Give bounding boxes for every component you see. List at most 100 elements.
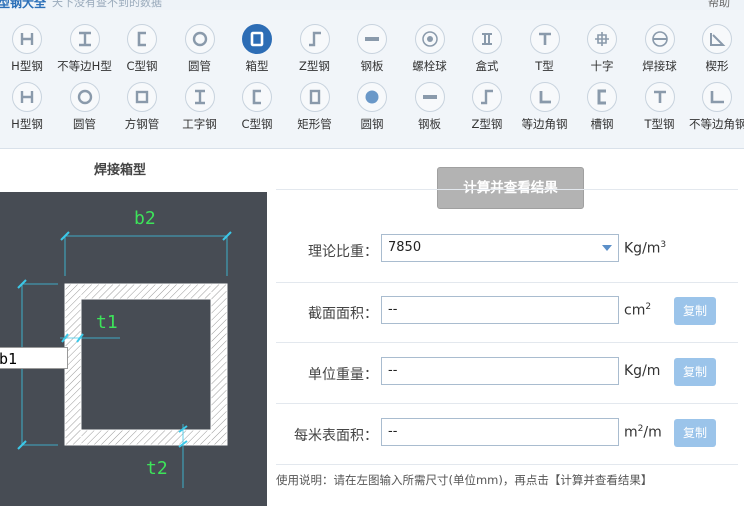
section-button-label: 盒式 [475, 59, 499, 73]
c-channel-icon [127, 24, 157, 54]
section-button-label: 圆钢 [360, 117, 384, 131]
section-button-channel[interactable]: 槽钢 [574, 82, 630, 132]
right-web [210, 283, 228, 446]
section-button-label: 箱型 [245, 59, 269, 73]
section-button-label: Z型钢 [299, 59, 330, 73]
section-button-welded-ball[interactable]: 焊接球 [632, 24, 688, 74]
surface-field[interactable]: -- [381, 418, 619, 446]
weight-field[interactable]: -- [381, 357, 619, 385]
section-button-label: 槽钢 [590, 117, 614, 131]
section-button-label: C型钢 [241, 117, 273, 131]
section-button-i-beam[interactable]: 工字钢 [172, 82, 228, 132]
t-beam-icon [644, 82, 675, 112]
section-button-c-channel[interactable]: C型钢 [229, 82, 285, 132]
copy-area-button[interactable]: 复制 [674, 297, 716, 325]
section-button-label: H型钢 [11, 59, 43, 73]
density-value: 7850 [388, 240, 422, 255]
section-drawing: b2 t1 t2 b1 [0, 192, 267, 506]
h-beam-icon [12, 24, 42, 54]
area-label: 截面面积： [308, 306, 378, 322]
round-bar-icon [357, 82, 387, 112]
section-button-bolt-ball[interactable]: 螺栓球 [402, 24, 458, 74]
app-name: 型钢大全 [0, 0, 47, 10]
section-button-label: 螺栓球 [412, 59, 447, 73]
b2-label: b2 [134, 208, 156, 229]
app-slogan: 天下没有查不到的数据 [52, 0, 162, 9]
unequal-angle-icon [702, 82, 732, 112]
i-beam-icon [184, 82, 215, 112]
section-button-unequal-angle[interactable]: 不等边角钢 [689, 82, 744, 132]
density-row: 理论比重： 7850 Kg/m3 [270, 234, 744, 266]
section-title: 焊接箱型 [93, 163, 146, 178]
c-channel-icon [242, 82, 272, 112]
section-button-label: Z型钢 [471, 117, 503, 131]
result-form: 计算并查看结果 理论比重： 7850 Kg/m3 截面面积： -- cm2 复制… [270, 149, 744, 506]
channel-icon [587, 82, 617, 112]
square-tube-icon [127, 82, 157, 112]
section-button-label: 不等边H型 [57, 59, 112, 73]
section-button-label: C型钢 [126, 59, 158, 73]
section-button-h-beam[interactable]: H型钢 [0, 82, 55, 132]
section-button-label: 等边角钢 [521, 117, 568, 131]
density-label: 理论比重： [308, 244, 378, 260]
area-row: 截面面积： -- cm2 复制 [270, 296, 744, 328]
t2-label: t2 [146, 458, 168, 479]
section-button-t-beam[interactable]: T型钢 [632, 82, 688, 132]
section-button-c-channel[interactable]: C型钢 [114, 24, 170, 74]
section-button-z-section[interactable]: Z型钢 [287, 24, 343, 74]
section-button-label: 圆管 [73, 117, 96, 131]
area-unit: cm2 [624, 302, 652, 319]
toolbar-row-standard: H型钢 圆管 方钢管 工字钢 C型钢 矩形管 圆钢 钢板 Z型钢 等边角钢 槽钢 T型钢 不等边角钢 [0, 82, 744, 148]
section-button-box-section[interactable]: 箱型 [229, 24, 285, 74]
section-button-z-section[interactable]: Z型钢 [459, 82, 515, 132]
box-section-icon [242, 24, 272, 54]
section-button-round-bar[interactable]: 圆钢 [344, 82, 400, 132]
density-select[interactable]: 7850 [381, 234, 619, 262]
section-button-label: 钢板 [418, 117, 441, 131]
section-button-box-type[interactable]: 盒式 [459, 24, 515, 74]
section-button-square-tube[interactable]: 方钢管 [114, 82, 170, 132]
section-button-wedge[interactable]: 楔形 [689, 24, 744, 74]
round-tube-icon [69, 82, 100, 112]
section-button-rect-tube[interactable]: 矩形管 [287, 82, 343, 132]
rect-tube-icon [299, 82, 330, 112]
section-button-cross-section[interactable]: 十字 [574, 24, 630, 74]
help-link[interactable]: 帮助 [708, 0, 730, 10]
section-button-round-tube[interactable]: 圆管 [172, 24, 228, 74]
section-button-steel-plate[interactable]: 钢板 [344, 24, 400, 74]
calculate-button[interactable]: 计算并查看结果 [437, 167, 584, 209]
h-beam-icon [12, 82, 42, 112]
section-button-label: 圆管 [188, 59, 211, 73]
round-tube-icon [184, 24, 215, 54]
bottom-flange [64, 429, 228, 446]
weight-label: 单位重量： [308, 367, 378, 383]
section-button-label: 矩形管 [297, 117, 332, 131]
toolbar-row-welded: H型钢 不等边H型 C型钢 圆管 箱型 Z型钢 钢板 螺栓球 盒式 T型 十字 焊接球 楔形 [0, 24, 744, 90]
welded-ball-icon [644, 24, 675, 54]
b1-input[interactable]: b1 [0, 347, 68, 369]
wedge-icon [702, 24, 732, 54]
unequal-h-beam-icon [69, 24, 100, 54]
steel-plate-icon [414, 82, 445, 112]
cross-section-icon [587, 24, 617, 54]
chevron-down-icon[interactable] [602, 245, 612, 251]
copy-weight-button[interactable]: 复制 [674, 358, 716, 386]
divider [276, 464, 738, 465]
bolt-ball-icon [414, 24, 445, 54]
section-button-h-beam[interactable]: H型钢 [0, 24, 55, 74]
z-section-icon [299, 24, 330, 54]
section-button-round-tube[interactable]: 圆管 [57, 82, 113, 132]
area-field[interactable]: -- [381, 296, 619, 324]
t-section-icon [529, 24, 560, 54]
usage-note: 使用说明：请在左图输入所需尺寸(单位mm)，再点击【计算并查看结果】 [276, 473, 653, 487]
top-flange [64, 283, 228, 300]
surface-row: 每米表面积： -- m2/m 复制 [270, 418, 744, 450]
section-button-t-section[interactable]: T型 [517, 24, 573, 74]
copy-surface-button[interactable]: 复制 [674, 419, 716, 447]
title-bar: 型钢大全 天下没有查不到的数据 帮助 [0, 0, 744, 10]
section-button-steel-plate[interactable]: 钢板 [402, 82, 458, 132]
section-button-unequal-h-beam[interactable]: 不等边H型 [57, 24, 113, 74]
section-button-label: 方钢管 [124, 117, 160, 131]
section-button-equal-angle[interactable]: 等边角钢 [517, 82, 573, 132]
section-button-label: T型 [535, 59, 554, 73]
